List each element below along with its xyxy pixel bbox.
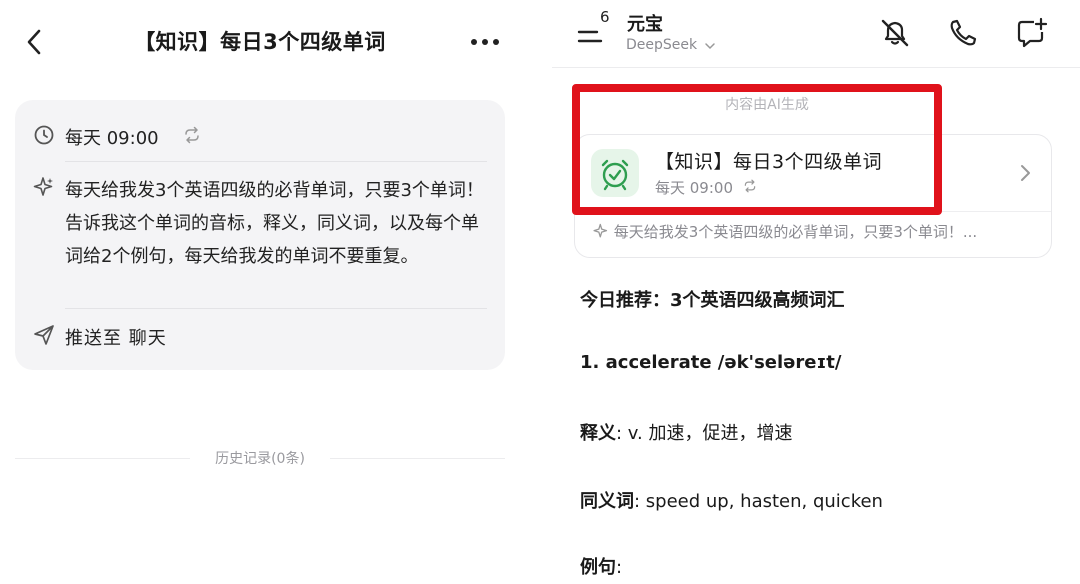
message-heading: 今日推荐：3个英语四级高频词汇	[580, 290, 845, 311]
task-card: 每天 09:00 每天给我发3个英语四级的必背单词，只要3个单词！告诉我这个单词…	[15, 100, 505, 370]
more-icon[interactable]	[468, 28, 502, 56]
schedule-text: 每天 09:00	[65, 128, 159, 149]
chevron-down-icon[interactable]	[704, 40, 716, 52]
mute-icon[interactable]	[878, 16, 912, 50]
repeat-icon	[185, 126, 199, 144]
definition-line: 释义: v. 加速，促进，增速	[580, 423, 793, 444]
highlight-box	[572, 84, 942, 215]
task-detail-pane: 【知识】每日3个四级单词 每天 09:00 每天给我发3个英语四级的必背单词，只…	[0, 0, 540, 584]
word-entry: 1. accelerate /ək'seləreɪt/	[580, 352, 842, 373]
prompt-text: 每天给我发3个英语四级的必背单词，只要3个单词！告诉我这个单词的音标，释义，同义…	[65, 180, 484, 267]
sparkle-icon	[33, 177, 53, 196]
divider	[65, 308, 487, 309]
schedule-row[interactable]: 每天 09:00	[33, 124, 487, 152]
new-chat-icon[interactable]	[1014, 16, 1048, 50]
page-title: 【知识】每日3个四级单词	[134, 30, 386, 54]
pane-gap	[540, 0, 552, 584]
push-target-text: 推送至 聊天	[65, 328, 167, 349]
assistant-name: 元宝	[627, 14, 663, 35]
examples-line: 例句:	[580, 557, 623, 578]
phone-icon[interactable]	[946, 16, 980, 50]
divider	[330, 458, 505, 459]
model-selector[interactable]: DeepSeek	[626, 37, 697, 53]
clock-icon	[34, 125, 54, 145]
push-row[interactable]: 推送至 聊天	[33, 324, 487, 350]
divider	[65, 161, 487, 162]
sparkle-icon	[593, 223, 608, 238]
chevron-right-icon[interactable]	[1017, 163, 1033, 183]
unread-badge: 6	[600, 8, 610, 26]
chat-pane: 6 元宝 DeepSeek 内容由AI生成 【知识】每日3个四级单词 每天 09…	[552, 0, 1080, 584]
send-icon	[34, 325, 54, 345]
header-divider	[552, 67, 1080, 68]
task-prompt-text: 每天给我发3个英语四级的必背单词，只要3个单词！...	[613, 223, 978, 241]
synonyms-line: 同义词: speed up, hasten, quicken	[580, 491, 883, 512]
task-prompt-preview: 每天给我发3个英语四级的必背单词，只要3个单词！...	[593, 221, 1033, 242]
